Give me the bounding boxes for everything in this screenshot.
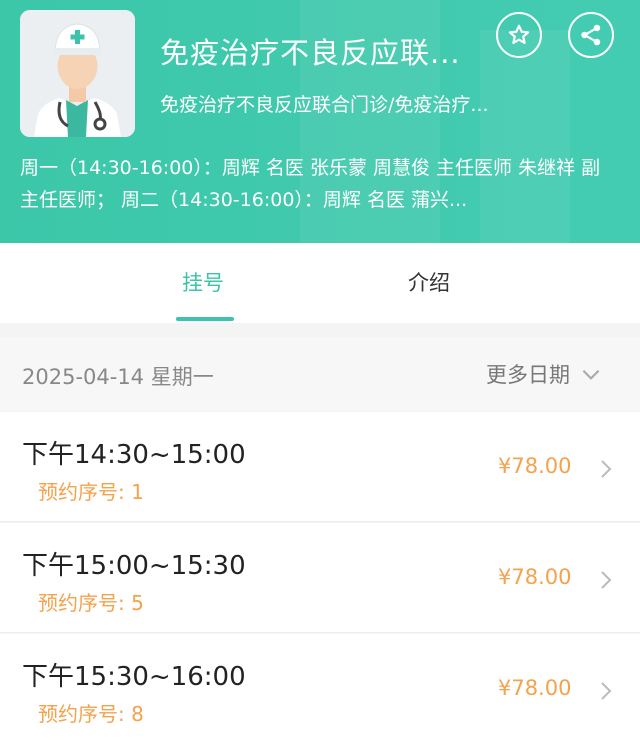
more-dates-button[interactable]: 更多日期 — [486, 359, 604, 389]
tab-intro[interactable]: 介绍 — [408, 267, 450, 297]
slot-number: 预约序号: 8 — [38, 702, 144, 726]
slot-time: 下午15:30~16:00 — [22, 662, 246, 692]
chevron-down-icon — [582, 369, 600, 380]
date-bar: 2025-04-14 星期一 更多日期 — [0, 337, 640, 411]
share-icon — [581, 24, 601, 46]
favorite-button[interactable] — [496, 12, 542, 58]
slot-price: ¥78.00 — [498, 565, 572, 589]
schedule-summary: 周一（14:30-16:00）：周辉 名医 张乐蒙 周慧俊 主任医师 朱继祥 副… — [20, 157, 601, 211]
chevron-right-icon — [596, 678, 616, 704]
department-title: 免疫治疗不良反应联... — [160, 36, 461, 70]
doctor-avatar — [20, 10, 135, 137]
active-tab-indicator — [176, 317, 234, 321]
department-subtitle: 免疫治疗不良反应联合门诊/免疫治疗... — [160, 94, 489, 116]
slot-number: 预约序号: 5 — [38, 591, 144, 615]
share-button[interactable] — [568, 12, 614, 58]
tab-register[interactable]: 挂号 — [182, 267, 224, 297]
slot-time: 下午14:30~15:00 — [22, 440, 246, 470]
slot-number: 预约序号: 1 — [38, 480, 144, 504]
slot-price: ¥78.00 — [498, 454, 572, 478]
time-slot-row[interactable]: 下午15:30~16:00 预约序号: 8 ¥78.00 — [0, 634, 640, 743]
selected-date: 2025-04-14 星期一 — [22, 365, 214, 389]
doctor-header: 免疫治疗不良反应联... 免疫治疗不良反应联合门诊/免疫治疗... 周一（14:… — [0, 0, 640, 243]
time-slot-row[interactable]: 下午15:00~15:30 预约序号: 5 ¥78.00 — [0, 523, 640, 633]
star-icon — [508, 24, 530, 44]
time-slot-row[interactable]: 下午14:30~15:00 预约序号: 1 ¥78.00 — [0, 412, 640, 522]
slot-price: ¥78.00 — [498, 676, 572, 700]
chevron-right-icon — [596, 567, 616, 593]
tab-bar: 挂号 介绍 — [0, 243, 640, 323]
chevron-right-icon — [596, 456, 616, 482]
more-dates-label: 更多日期 — [486, 363, 570, 387]
doctor-avatar-icon — [20, 10, 135, 137]
slot-time: 下午15:00~15:30 — [22, 551, 246, 581]
